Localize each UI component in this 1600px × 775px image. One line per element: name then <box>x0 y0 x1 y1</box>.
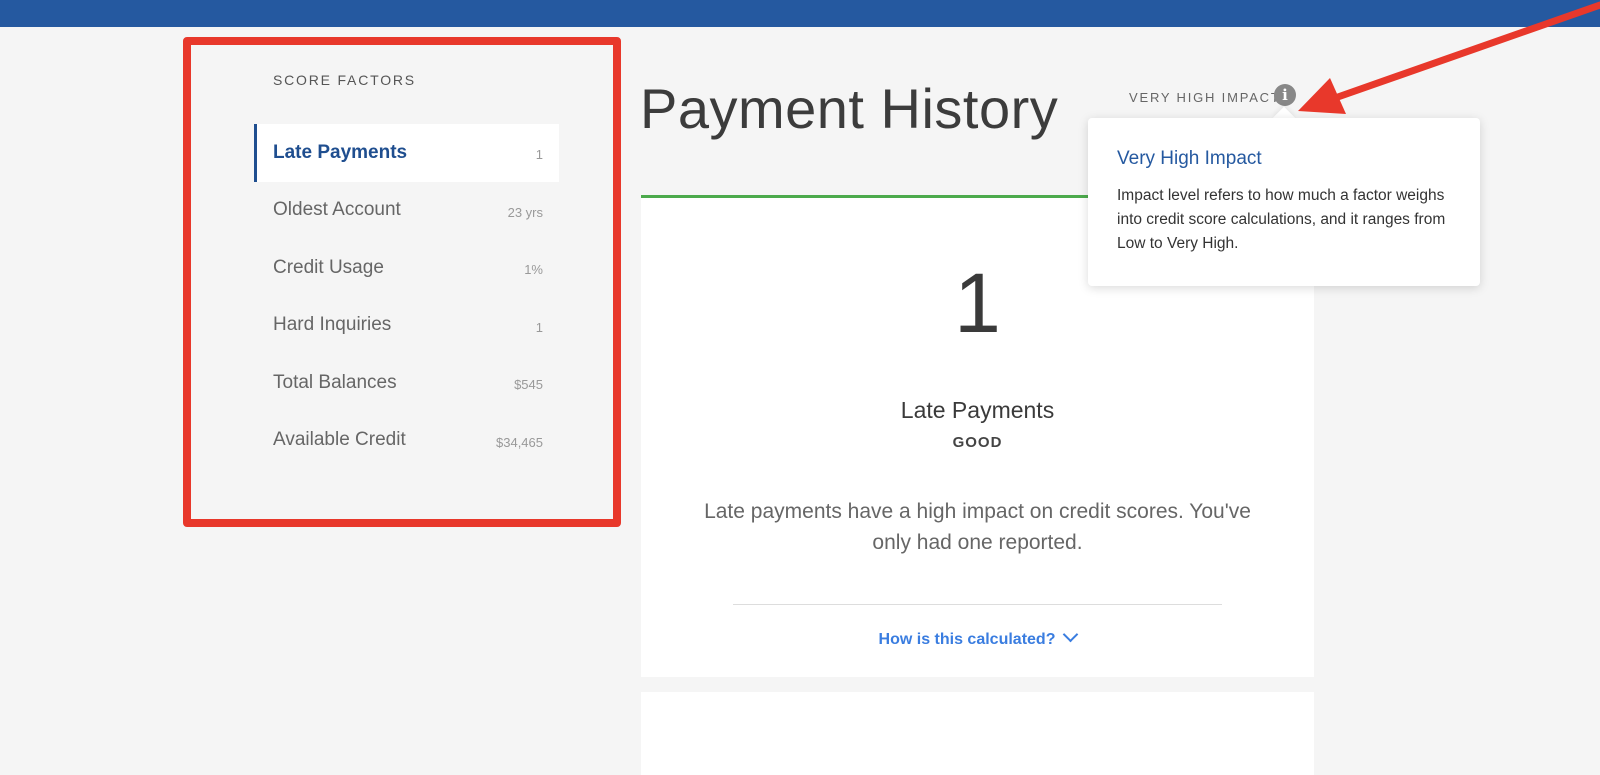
top-bar <box>0 0 1600 27</box>
factor-item-total-balances[interactable]: Total Balances $545 <box>254 354 559 412</box>
factor-label: Credit Usage <box>273 256 384 278</box>
impact-label: VERY HIGH IMPACT <box>1129 90 1281 105</box>
card-heading: Late Payments <box>900 397 1055 423</box>
factor-value: 1 <box>535 319 543 335</box>
factor-value: $34,465 <box>496 434 543 450</box>
secondary-card <box>641 692 1314 775</box>
tooltip-body: Impact level refers to how much a factor… <box>1117 187 1446 252</box>
factor-label: Hard Inquiries <box>273 314 392 336</box>
factor-item-oldest-account[interactable]: Oldest Account 23 yrs <box>254 182 559 240</box>
impact-tooltip: Very High Impact Impact level refers to … <box>1088 118 1480 286</box>
card-description: Late payments have a high impact on cred… <box>704 500 1251 554</box>
how-calculated-label: How is this calculated? <box>878 631 1056 648</box>
factor-value: 1 <box>535 147 543 163</box>
factor-item-available-credit[interactable]: Available Credit $34,465 <box>254 412 559 470</box>
factor-label: Late Payments <box>273 141 408 163</box>
factor-label: Total Balances <box>273 371 397 393</box>
factor-value: 23 yrs <box>507 204 543 220</box>
info-icon[interactable]: i <box>1274 84 1296 106</box>
factor-label: Oldest Account <box>273 199 401 221</box>
factor-value: $545 <box>514 377 543 393</box>
page-title: Payment History <box>640 77 1059 140</box>
how-calculated-link[interactable]: How is this calculated? <box>641 626 1314 649</box>
factor-item-late-payments[interactable]: Late Payments 1 <box>254 124 559 182</box>
annotation-arrow-head <box>1298 78 1346 114</box>
tooltip-title: Very High Impact <box>1117 148 1262 169</box>
rating-badge: GOOD <box>952 434 1003 451</box>
factor-item-credit-usage[interactable]: Credit Usage 1% <box>254 239 559 297</box>
score-factor-list: Late Payments 1 Oldest Account 23 yrs Cr… <box>254 124 559 469</box>
factor-value: 1% <box>524 262 543 278</box>
factor-label: Available Credit <box>273 429 406 451</box>
sidebar-title: SCORE FACTORS <box>273 72 416 88</box>
card-divider <box>733 604 1222 605</box>
factor-item-hard-inquiries[interactable]: Hard Inquiries 1 <box>254 297 559 355</box>
